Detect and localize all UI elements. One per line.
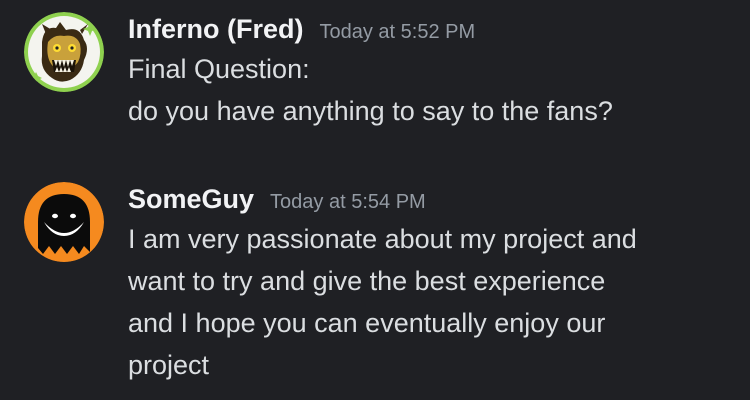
animatronic-avatar-icon bbox=[24, 12, 104, 92]
message-text-line: want to try and give the best experience bbox=[128, 266, 606, 296]
chat-log: Inferno (Fred) Today at 5:52 PM Final Qu… bbox=[0, 0, 750, 400]
message-header: SomeGuy Today at 5:54 PM bbox=[128, 180, 728, 218]
message-text-line: do you have anything to say to the fans? bbox=[128, 96, 613, 126]
smiling-ghost-avatar-icon bbox=[24, 182, 104, 262]
message-content: Inferno (Fred) Today at 5:52 PM Final Qu… bbox=[128, 10, 728, 132]
timestamp: Today at 5:52 PM bbox=[319, 21, 476, 43]
message-text-line: project bbox=[128, 350, 210, 380]
timestamp: Today at 5:54 PM bbox=[270, 191, 426, 213]
message-content: SomeGuy Today at 5:54 PM I am very passi… bbox=[128, 180, 728, 386]
message-text-line: Final Question: bbox=[128, 54, 310, 84]
message-header: Inferno (Fred) Today at 5:52 PM bbox=[128, 10, 728, 48]
user-avatar[interactable] bbox=[24, 12, 104, 92]
username[interactable]: Inferno (Fred) bbox=[128, 10, 304, 48]
message-text-line: I am very passionate about my project an… bbox=[128, 224, 637, 254]
username[interactable]: SomeGuy bbox=[128, 180, 254, 218]
message-text-line: and I hope you can eventually enjoy our bbox=[128, 308, 606, 338]
user-avatar[interactable] bbox=[24, 182, 104, 262]
